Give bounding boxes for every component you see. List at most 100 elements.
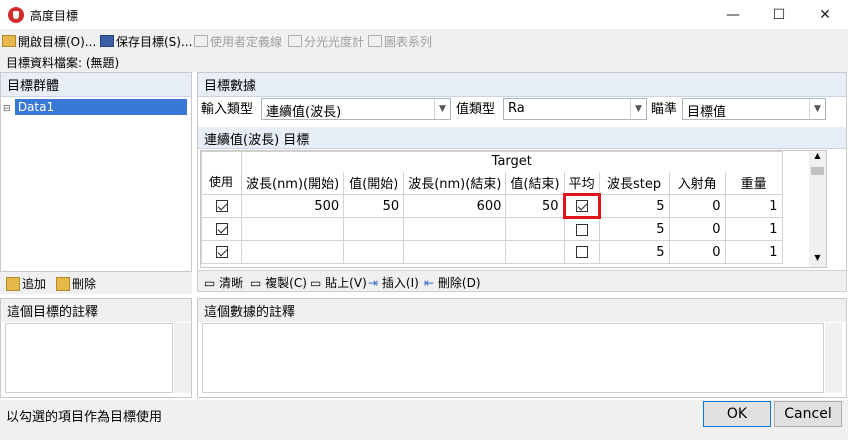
value-cell[interactable]: 0 xyxy=(668,217,726,241)
value-cell[interactable]: 50 xyxy=(505,194,565,218)
value-cell[interactable] xyxy=(343,217,405,241)
data-note-scrollbar[interactable] xyxy=(825,323,842,393)
chevron-down-icon: ▼ xyxy=(630,99,646,119)
value-cell[interactable] xyxy=(240,240,345,264)
value-cell[interactable]: 1 xyxy=(724,240,783,264)
target-note-input[interactable] xyxy=(5,323,173,393)
tree-item-label: Data1 xyxy=(14,99,187,115)
cancel-button[interactable]: Cancel xyxy=(774,401,842,427)
toolbar: 開啟目標(O)... 保存目標(S)... 使用者定義線 分光光度計 圖表系列 xyxy=(0,30,848,52)
insert-icon: ⇥ xyxy=(368,276,379,290)
table-row[interactable]: 501 xyxy=(201,240,783,264)
value-cell[interactable]: 500 xyxy=(240,194,345,218)
copy-button[interactable]: ▭ 複製(C) xyxy=(250,274,307,291)
window-title: 高度目標 xyxy=(30,9,79,23)
value-cell[interactable] xyxy=(240,217,345,241)
delete-icon xyxy=(56,276,70,291)
paste-icon: ▭ xyxy=(310,276,322,290)
page-icon: ▭ xyxy=(204,276,216,290)
value-type-select[interactable]: Ra ▼ xyxy=(503,98,647,120)
average-cell[interactable] xyxy=(563,240,600,264)
target-data-title: 目標數據 xyxy=(198,73,846,97)
col-header: 使用 xyxy=(208,175,233,189)
value-cell[interactable]: 1 xyxy=(724,217,783,241)
use-checkbox[interactable] xyxy=(215,246,228,258)
target-note-panel: 這個目標的註釋 xyxy=(0,298,192,398)
chevron-down-icon[interactable]: ▼ xyxy=(809,253,826,267)
delete-button[interactable]: 刪除 xyxy=(56,275,96,292)
save-target-button[interactable]: 保存目標(S)... xyxy=(100,32,192,50)
table-actions-bar: ▭ 清晰 ▭ 複製(C) ▭ 貼上(V) ⇥ 插入(I) ⇤ 刪除(D) xyxy=(197,270,847,292)
value-cell[interactable]: 0 xyxy=(668,240,726,264)
chevron-down-icon: ▼ xyxy=(434,99,450,119)
col-header: 重量 xyxy=(724,171,783,195)
table-row[interactable]: 500 50 600 50 5 0 1 xyxy=(201,193,783,219)
maximize-icon[interactable]: ☐ xyxy=(756,0,802,30)
value-cell[interactable] xyxy=(403,217,507,241)
value-cell[interactable] xyxy=(505,217,565,241)
scrollbar-thumb[interactable] xyxy=(811,167,824,175)
average-cell[interactable] xyxy=(562,193,601,219)
data-note-input[interactable] xyxy=(202,323,824,393)
col-header: 波長step xyxy=(598,171,670,195)
input-type-select[interactable]: 連續值(波長) ▼ xyxy=(261,98,451,120)
open-target-button[interactable]: 開啟目標(O)... xyxy=(2,32,96,50)
ok-button[interactable]: OK xyxy=(703,401,771,427)
input-type-label: 輸入類型 xyxy=(201,102,254,117)
aim-label: 瞄準 xyxy=(651,102,678,117)
clear-button[interactable]: ▭ 清晰 xyxy=(204,274,243,291)
use-cell[interactable] xyxy=(201,194,242,218)
minimize-icon[interactable]: — xyxy=(710,0,756,30)
average-checkbox[interactable] xyxy=(575,246,588,258)
value-cell[interactable]: 5 xyxy=(598,240,670,264)
target-group-header: Target xyxy=(241,151,783,172)
target-table-body: Target 波長(nm)(開始) 值(開始) 波長(nm)(結束) 值(結束)… xyxy=(201,151,783,264)
target-table: Target 波長(nm)(開始) 值(開始) 波長(nm)(結束) 值(結束)… xyxy=(200,150,827,268)
col-header: 值(結束) xyxy=(505,171,565,195)
use-checkbox[interactable] xyxy=(215,200,228,212)
value-cell[interactable]: 50 xyxy=(343,194,405,218)
app-icon xyxy=(8,7,24,23)
collapse-icon[interactable]: ⊟ xyxy=(3,104,11,114)
section-title: 連續值(波長) 目標 xyxy=(198,127,846,149)
delete-row-icon: ⇤ xyxy=(424,276,435,290)
add-button[interactable]: 追加 xyxy=(6,275,46,292)
average-checkbox[interactable] xyxy=(575,200,588,212)
paste-button[interactable]: ▭ 貼上(V) xyxy=(310,274,367,291)
value-cell[interactable]: 600 xyxy=(403,194,507,218)
table-scrollbar[interactable]: ▲ ▼ xyxy=(809,151,826,267)
value-cell[interactable] xyxy=(403,240,507,264)
add-icon xyxy=(6,276,20,291)
spectrometer-icon xyxy=(288,35,302,47)
value-cell[interactable]: 0 xyxy=(668,194,726,218)
value-cell[interactable] xyxy=(343,240,405,264)
col-header: 波長(nm)(開始) xyxy=(240,171,345,195)
value-cell[interactable] xyxy=(505,240,565,264)
average-cell[interactable] xyxy=(563,217,600,241)
delete-row-button[interactable]: ⇤ 刪除(D) xyxy=(424,274,481,291)
use-cell[interactable] xyxy=(201,217,242,241)
aim-select[interactable]: 目標值 ▼ xyxy=(682,98,826,120)
use-cell[interactable] xyxy=(201,240,242,264)
data-note-panel: 這個數據的註釋 xyxy=(197,298,847,398)
target-note-title: 這個目標的註釋 xyxy=(1,299,191,322)
tree-item-data1[interactable]: ⊟ Data1 xyxy=(3,99,189,117)
target-group-title: 目標群體 xyxy=(1,73,191,97)
user-icon xyxy=(194,35,208,47)
copy-icon: ▭ xyxy=(250,276,262,290)
folder-open-icon xyxy=(2,35,16,47)
group-actions-bar: 追加 刪除 xyxy=(0,272,192,294)
use-checkbox[interactable] xyxy=(215,223,228,235)
value-cell[interactable]: 1 xyxy=(724,194,783,218)
table-row[interactable]: 501 xyxy=(201,217,783,241)
value-cell[interactable]: 5 xyxy=(598,194,670,218)
target-note-scrollbar[interactable] xyxy=(174,323,191,393)
value-cell[interactable]: 5 xyxy=(598,217,670,241)
chart-series-button[interactable]: 圖表系列 xyxy=(368,32,432,50)
user-defined-line-button[interactable]: 使用者定義線 xyxy=(194,32,282,50)
chevron-up-icon[interactable]: ▲ xyxy=(809,151,826,165)
spectrophotometer-button[interactable]: 分光光度計 xyxy=(288,32,364,50)
insert-button[interactable]: ⇥ 插入(I) xyxy=(368,274,419,291)
average-checkbox[interactable] xyxy=(575,223,588,236)
close-icon[interactable]: ✕ xyxy=(802,0,848,30)
